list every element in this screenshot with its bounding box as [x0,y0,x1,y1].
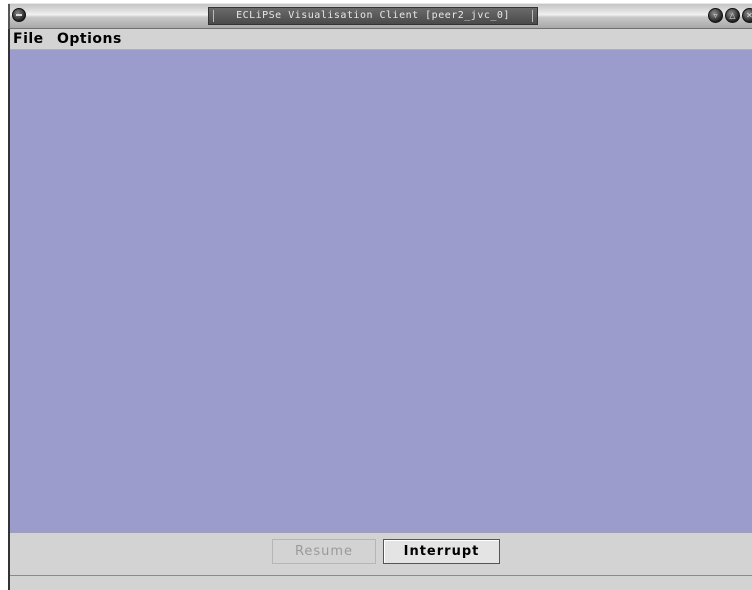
window-title: ECLiPSe Visualisation Client [peer2_jvc_… [208,7,538,25]
menu-bar: File Options [10,29,752,50]
title-bar-edge [8,4,10,30]
menu-file[interactable]: File [13,30,44,49]
minimize-icon[interactable]: ▿ [708,8,723,23]
status-bar [10,575,752,590]
close-icon[interactable]: ✕ [742,8,752,23]
window-menu-icon[interactable] [12,8,26,22]
button-bar: Resume Interrupt [10,533,752,575]
interrupt-button[interactable]: Interrupt [383,539,500,564]
menu-options[interactable]: Options [57,30,122,49]
visualisation-client-window: ECLiPSe Visualisation Client [peer2_jvc_… [0,0,752,590]
maximize-icon[interactable]: △ [725,8,740,23]
visualisation-canvas[interactable] [10,50,752,533]
app-frame: File Options Resume Interrupt [8,29,752,590]
resume-button[interactable]: Resume [272,539,376,564]
title-bar[interactable]: ECLiPSe Visualisation Client [peer2_jvc_… [8,3,752,30]
